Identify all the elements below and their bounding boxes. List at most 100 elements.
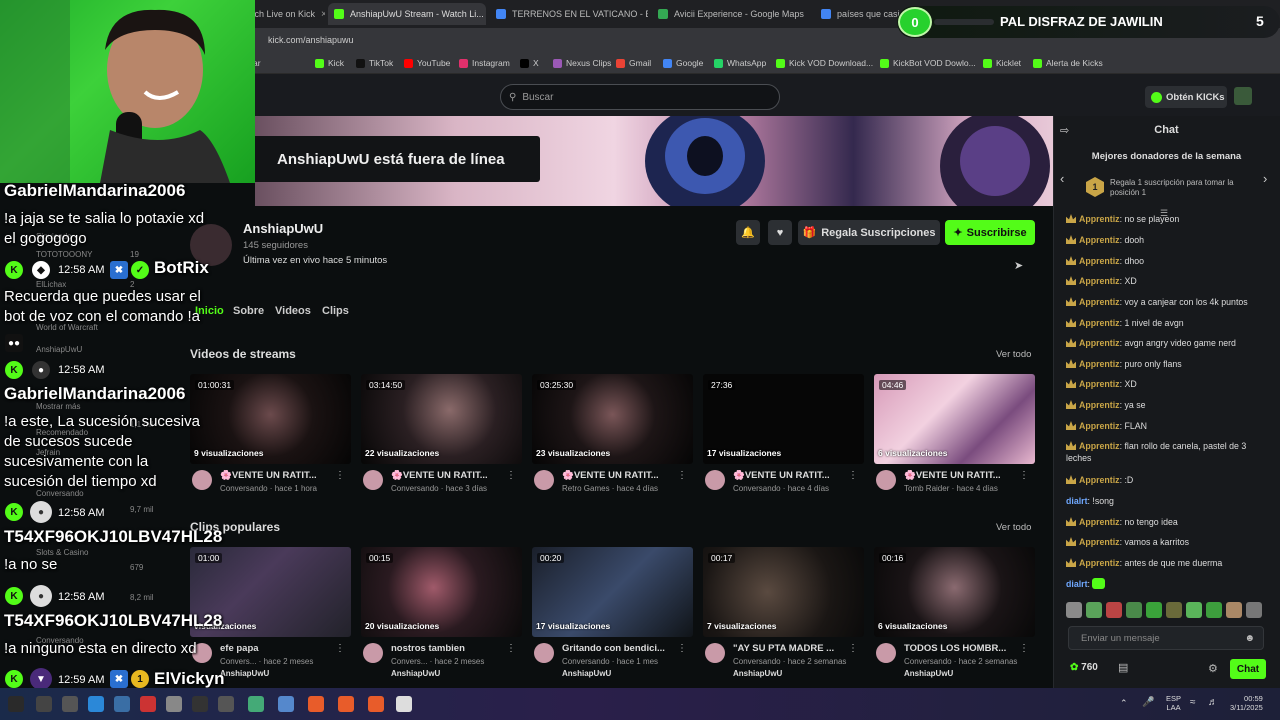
clip-author[interactable]: AnshiapUwU [391,669,440,678]
user-avatar[interactable] [1234,87,1252,105]
video-title[interactable]: 🌸VENTE UN RATIT... [562,470,682,481]
chat-username[interactable]: Apprentiz [1079,297,1120,307]
brave-browser-icon[interactable] [308,696,324,712]
chat-username[interactable]: Apprentiz [1079,475,1120,485]
streams-see-all-link[interactable]: Ver todo [996,349,1031,360]
more-options-icon[interactable]: ⋮ [677,470,687,481]
bookmark-item[interactable]: WhatsApp [714,56,766,70]
video-title[interactable]: 🌸VENTE UN RATIT... [904,470,1024,481]
close-tab-icon[interactable]: × [484,9,486,20]
clips-see-all-link[interactable]: Ver todo [996,522,1031,533]
clip-card[interactable]: 00:16 6 visualizaciones TODOS LOS HOMBR...… [874,547,1035,678]
chat-username[interactable]: Apprentiz [1079,359,1120,369]
emote-icon[interactable] [1106,602,1122,618]
clip-author[interactable]: AnshiapUwU [733,669,782,678]
bookmark-item[interactable]: Instagram [459,56,510,70]
clip-author[interactable]: AnshiapUwU [562,669,611,678]
bookmark-item[interactable]: KickBot VOD Dowlo... [880,56,976,70]
clock[interactable]: 00:59 3/11/2025 [1230,694,1263,712]
gear-icon[interactable]: ⚙ [1208,662,1218,675]
taskbar-app-icon[interactable] [218,696,234,712]
more-options-icon[interactable]: ⋮ [506,470,516,481]
sidebar-channel-item[interactable]: TOTOTOOONY [36,250,92,259]
video-title[interactable]: Gritando con bendici... [562,643,682,654]
streamer-avatar[interactable] [876,643,896,663]
chevron-up-icon[interactable]: ⌃ [1120,698,1128,709]
more-options-icon[interactable]: ⋮ [848,470,858,481]
chat-username[interactable]: Apprentiz [1079,214,1120,224]
close-tab-icon[interactable]: × [804,9,811,20]
follow-button[interactable]: ♥ [768,220,792,245]
more-options-icon[interactable]: ⋮ [1019,643,1029,654]
emote-icon[interactable] [1166,602,1182,618]
url-field[interactable]: kick.com/anshiapuwu [268,32,918,48]
chat-username[interactable]: Apprentiz [1079,558,1120,568]
clip-author[interactable]: AnshiapUwU [904,669,953,678]
file-icon[interactable] [396,696,412,712]
bookmark-item[interactable]: Nexus Clips [553,56,611,70]
channel-points[interactable]: ✿ 760 [1070,662,1098,673]
emote-icon[interactable] [1206,602,1222,618]
emote-icon[interactable] [1126,602,1142,618]
chat-username[interactable]: Apprentiz [1079,318,1120,328]
taskbar-app-icon[interactable] [278,696,294,712]
language-indicator[interactable]: ESP LAA [1166,694,1181,712]
video-title[interactable]: 🌸VENTE UN RATIT... [220,470,340,481]
volume-icon[interactable]: ♬ [1208,697,1218,708]
sidebar-channel-item[interactable]: Conversando [36,489,84,498]
browser-tab[interactable]: AnshiapUwU Stream - Watch Li...× [328,3,486,25]
microphone-icon[interactable]: 🎤 [1142,697,1154,708]
chat-username[interactable]: Apprentiz [1079,537,1120,547]
bookmark-item[interactable]: Kick VOD Download... [776,56,873,70]
chat-username[interactable]: Apprentiz [1079,517,1120,527]
start-icon[interactable] [8,696,24,712]
chat-username[interactable]: Apprentiz [1079,338,1120,348]
video-title[interactable]: TODOS LOS HOMBR... [904,643,1024,654]
more-options-icon[interactable]: ⋮ [848,643,858,654]
streamer-avatar[interactable] [363,643,383,663]
video-card[interactable]: 03:25:30 23 visualizaciones 🌸VENTE UN RATI… [532,374,693,502]
bookmark-item[interactable]: Google [663,56,703,70]
close-tab-icon[interactable]: × [315,9,325,20]
brave-browser-icon[interactable] [338,696,354,712]
bookmark-item[interactable]: Gmail [616,56,651,70]
emote-bar[interactable] [1066,602,1266,618]
gift-subs-button[interactable]: 🎁 Regala Suscripciones [798,220,940,245]
streamer-avatar[interactable] [705,470,725,490]
taskbar-app-icon[interactable] [114,696,130,712]
video-thumbnail[interactable]: 04:46 6 visualizaciones [874,374,1035,464]
chat-username[interactable]: Apprentiz [1079,276,1120,286]
chat-message-input[interactable]: Enviar un mensaje ☻ [1068,626,1264,650]
chat-username[interactable]: Apprentiz [1079,421,1120,431]
bookmark-item[interactable]: YouTube [404,56,450,70]
taskbar-app-icon[interactable] [166,696,182,712]
tab-videos[interactable]: Videos [275,305,311,317]
emote-icon[interactable] [1146,602,1162,618]
streamer-avatar[interactable] [534,643,554,663]
chat-username[interactable]: dialrt [1066,496,1088,506]
bookmark-item[interactable]: Kick [315,56,344,70]
browser-tab[interactable]: TERRENOS EN EL VATICANO - Buscar× [490,3,648,25]
video-thumbnail[interactable]: 00:20 17 visualizaciones [532,547,693,637]
video-thumbnail[interactable]: 03:25:30 23 visualizaciones [532,374,693,464]
streamer-avatar[interactable] [705,643,725,663]
bookmark-item[interactable]: TikTok [356,56,393,70]
video-title[interactable]: 🌸VENTE UN RATIT... [733,470,853,481]
bookmark-item[interactable]: Kicklet [983,56,1021,70]
emoji-icon[interactable]: ☻ [1244,633,1255,644]
chat-username[interactable]: dialrt [1066,579,1088,589]
tab-about[interactable]: Sobre [233,305,264,317]
video-thumbnail[interactable]: 03:14:50 22 visualizaciones [361,374,522,464]
streamer-avatar[interactable] [192,470,212,490]
more-options-icon[interactable]: ⋮ [1019,470,1029,481]
more-options-icon[interactable]: ⋮ [506,643,516,654]
video-title[interactable]: "AY SU PTA MADRE ... [733,643,853,654]
get-kicks-button[interactable]: Obtén KICKs [1145,86,1227,108]
emote-icon[interactable] [1226,602,1242,618]
video-thumbnail[interactable]: 01:00:31 9 visualizaciones [190,374,351,464]
chat-username[interactable]: Apprentiz [1079,441,1120,451]
emote-icon[interactable] [1086,602,1102,618]
clip-card[interactable]: 00:17 7 visualizaciones "AY SU PTA MADRE .… [703,547,864,678]
chevron-left-icon[interactable]: ‹ [1060,171,1064,186]
channel-name[interactable]: AnshiapUwU [243,221,323,236]
